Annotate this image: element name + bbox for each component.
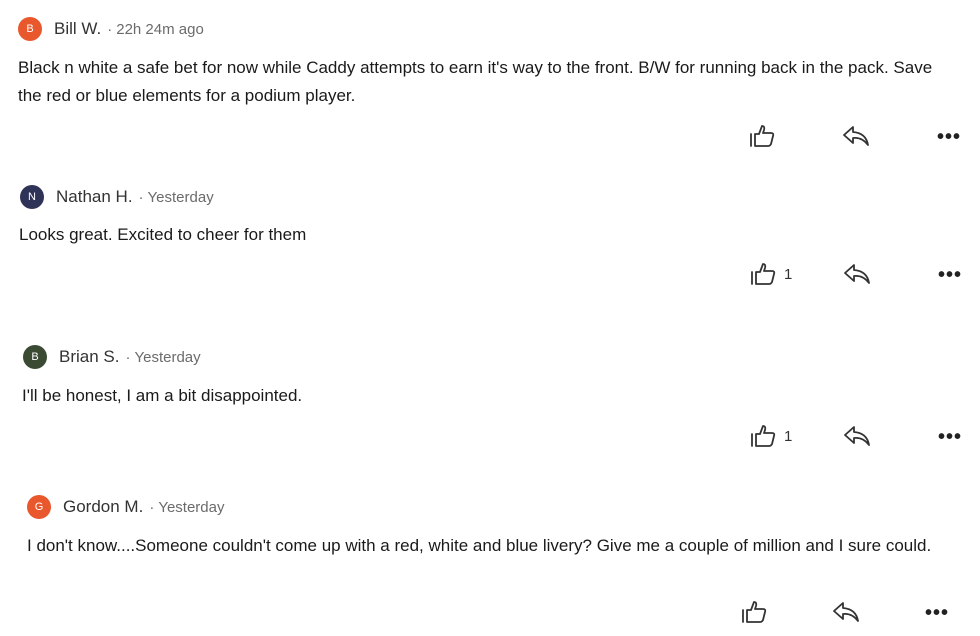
comment-actions: 1 ••• xyxy=(0,422,980,452)
like-button[interactable] xyxy=(741,600,769,624)
comment-timestamp: Yesterday xyxy=(134,348,201,366)
comment-text: Black n white a safe bet for now while C… xyxy=(18,58,933,105)
reply-button[interactable] xyxy=(843,424,871,448)
reply-button[interactable] xyxy=(842,124,870,148)
meta-separator: · xyxy=(138,188,144,206)
reply-icon xyxy=(844,426,870,446)
author-name[interactable]: Gordon M. xyxy=(63,497,143,517)
thumbs-up-icon xyxy=(750,125,775,147)
comment-meta: G Gordon M. · Yesterday xyxy=(27,494,224,520)
comment-timestamp: 22h 24m ago xyxy=(116,20,204,38)
more-options-button[interactable]: ••• xyxy=(938,264,963,286)
meta-separator: · xyxy=(107,20,113,38)
more-options-icon: ••• xyxy=(925,602,950,624)
meta-separator: · xyxy=(125,348,131,366)
more-options-icon: ••• xyxy=(937,126,962,148)
comment-meta: B Brian S. · Yesterday xyxy=(23,344,201,370)
more-options-button[interactable]: ••• xyxy=(937,126,962,148)
comment-timestamp: Yesterday xyxy=(158,498,225,516)
avatar[interactable]: B xyxy=(23,345,47,369)
avatar[interactable]: N xyxy=(20,185,44,209)
comment-text: I don't know....Someone couldn't come up… xyxy=(27,536,932,555)
more-options-button[interactable]: ••• xyxy=(925,602,950,624)
comment-actions: 1 ••• xyxy=(0,260,980,290)
comment-timestamp: Yesterday xyxy=(147,188,214,206)
reply-button[interactable] xyxy=(843,262,871,286)
thumbs-up-icon xyxy=(742,601,767,623)
comment-text: I'll be honest, I am a bit disappointed. xyxy=(22,386,303,405)
reply-icon xyxy=(833,602,859,622)
like-button[interactable] xyxy=(749,124,777,148)
like-count: 1 xyxy=(784,427,793,445)
reply-icon xyxy=(844,264,870,284)
comment-text: Looks great. Excited to cheer for them xyxy=(19,225,307,244)
meta-separator: · xyxy=(149,498,155,516)
thumbs-up-icon xyxy=(751,263,776,285)
author-name[interactable]: Brian S. xyxy=(59,347,119,367)
more-options-icon: ••• xyxy=(938,426,963,448)
reply-icon xyxy=(843,126,869,146)
comment-meta: N Nathan H. · Yesterday xyxy=(20,184,214,210)
like-count: 1 xyxy=(784,265,793,283)
like-button[interactable]: 1 xyxy=(750,424,792,448)
reply-button[interactable] xyxy=(832,600,860,624)
avatar[interactable]: G xyxy=(27,495,51,519)
comment-actions: ••• xyxy=(0,598,980,628)
thumbs-up-icon xyxy=(751,425,776,447)
comment-meta: B Bill W. · 22h 24m ago xyxy=(18,16,204,42)
more-options-button[interactable]: ••• xyxy=(938,426,963,448)
comment-actions: ••• xyxy=(0,122,980,152)
author-name[interactable]: Nathan H. xyxy=(56,187,133,207)
avatar[interactable]: B xyxy=(18,17,42,41)
like-button[interactable]: 1 xyxy=(750,262,792,286)
author-name[interactable]: Bill W. xyxy=(54,19,101,39)
more-options-icon: ••• xyxy=(938,264,963,286)
